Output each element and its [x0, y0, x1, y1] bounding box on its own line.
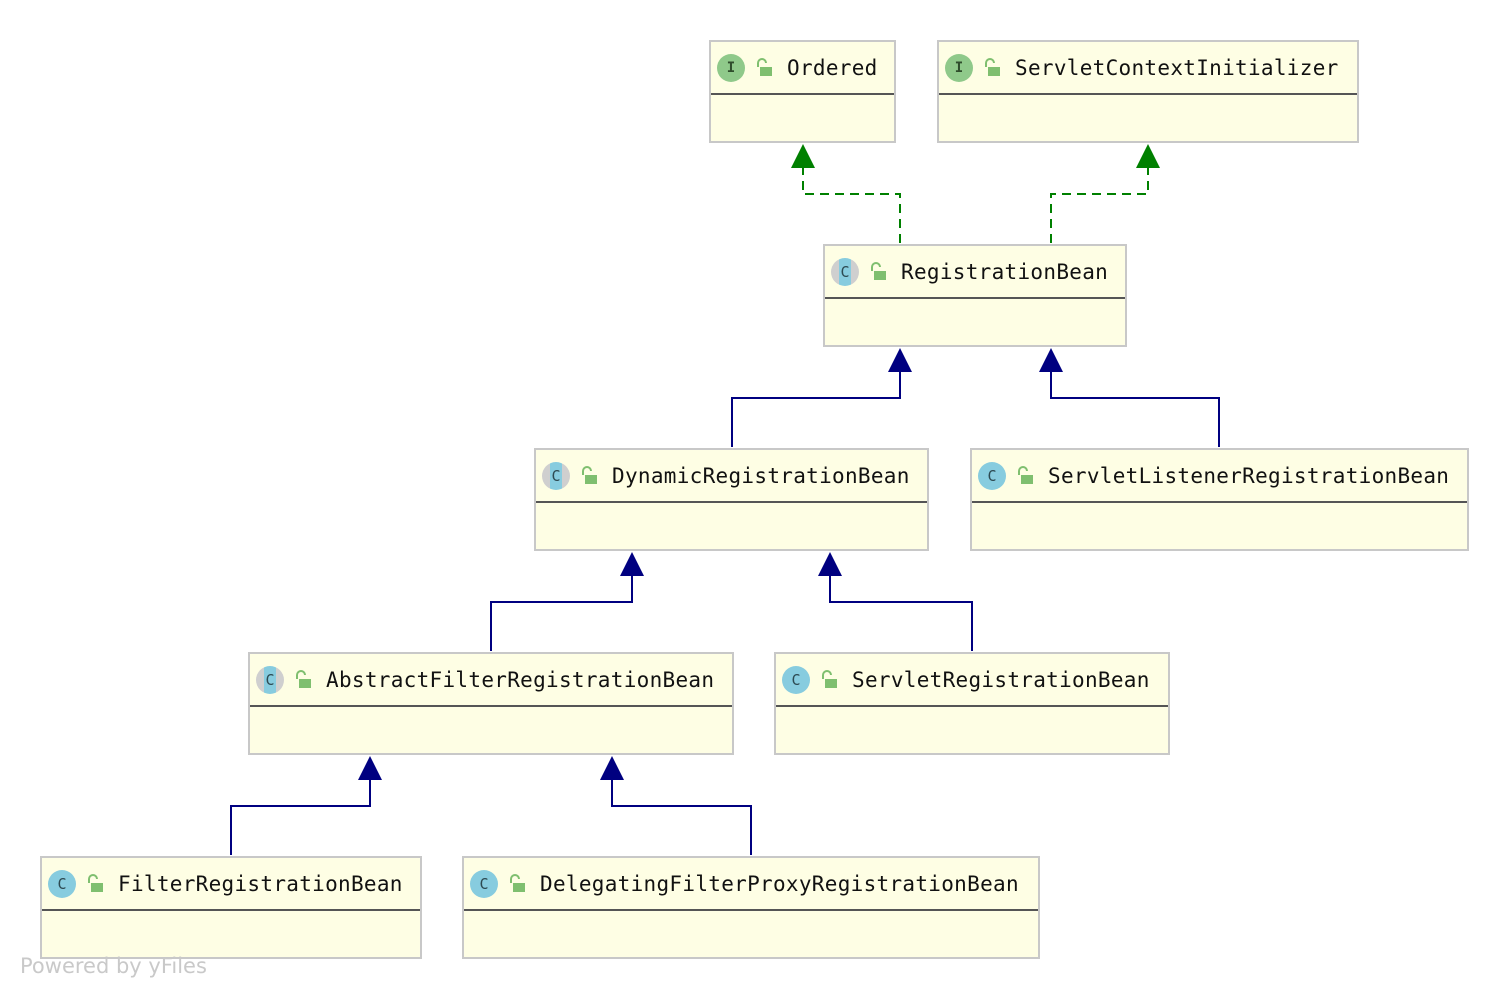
arrowhead-ordered: [791, 144, 815, 168]
interface-icon: I: [717, 53, 745, 82]
class-name: FilterRegistrationBean: [118, 871, 403, 896]
class-icon: C: [978, 461, 1006, 490]
class-name: RegistrationBean: [901, 259, 1109, 284]
edge-registration-bean-implements-servlet-context-initializer: [1050, 164, 1149, 243]
edge-abstract-filter-registration-bean-extends-dynamic-registration-bean: [490, 572, 633, 651]
class-node-servlet-listener-registration-bean[interactable]: C ServletListenerRegistrationBean: [970, 448, 1469, 551]
abstract-class-icon: C: [256, 665, 284, 694]
class-node-dynamic-registration-bean[interactable]: C DynamicRegistrationBean: [534, 448, 929, 551]
class-node-header: C RegistrationBean: [825, 246, 1125, 299]
class-members-section: [939, 95, 1357, 143]
class-name: ServletContextInitializer: [1015, 55, 1339, 80]
class-node-filter-registration-bean[interactable]: C FilterRegistrationBean: [40, 856, 422, 959]
class-members-section: [250, 707, 732, 755]
arrowhead-dynamic-registration-bean-right: [818, 552, 842, 576]
class-icon: C: [470, 869, 498, 898]
class-node-servlet-registration-bean[interactable]: C ServletRegistrationBean: [774, 652, 1170, 755]
edge-dynamic-registration-bean-extends-registration-bean: [731, 368, 901, 447]
public-lock-icon: [510, 873, 525, 892]
arrowhead-abstract-filter-registration-bean-left: [358, 756, 382, 780]
yfiles-watermark: Powered by yFiles: [20, 954, 207, 978]
abstract-class-icon: C: [542, 461, 570, 490]
class-members-section: [711, 95, 894, 143]
edge-filter-registration-bean-extends-abstract-filter-registration-bean: [230, 776, 371, 855]
public-lock-icon: [296, 669, 311, 688]
public-lock-icon: [1018, 465, 1033, 484]
class-name: AbstractFilterRegistrationBean: [326, 667, 715, 692]
class-node-delegating-filter-proxy-registration-bean[interactable]: C DelegatingFilterProxyRegistrationBean: [462, 856, 1040, 959]
arrowhead-servlet-context-initializer: [1136, 144, 1160, 168]
class-node-abstract-filter-registration-bean[interactable]: C AbstractFilterRegistrationBean: [248, 652, 734, 755]
abstract-class-icon: C: [831, 257, 859, 286]
class-node-header: C DelegatingFilterProxyRegistrationBean: [464, 858, 1038, 911]
arrowhead-abstract-filter-registration-bean-right: [600, 756, 624, 780]
class-node-servlet-context-initializer[interactable]: I ServletContextInitializer: [937, 40, 1359, 143]
uml-class-diagram: I Ordered I ServletContextInitializer C: [0, 0, 1510, 1000]
class-members-section: [464, 911, 1038, 959]
arrowhead-registration-bean-left: [888, 348, 912, 372]
public-lock-icon: [757, 57, 772, 76]
class-icon: C: [48, 869, 76, 898]
class-node-header: I ServletContextInitializer: [939, 42, 1357, 95]
class-node-header: C ServletRegistrationBean: [776, 654, 1168, 707]
arrowhead-registration-bean-right: [1039, 348, 1063, 372]
edge-servlet-registration-bean-extends-dynamic-registration-bean: [829, 572, 973, 651]
class-name: ServletRegistrationBean: [852, 667, 1150, 692]
class-members-section: [776, 707, 1168, 755]
class-node-header: C AbstractFilterRegistrationBean: [250, 654, 732, 707]
class-members-section: [972, 503, 1467, 551]
class-node-header: C FilterRegistrationBean: [42, 858, 420, 911]
class-node-header: I Ordered: [711, 42, 894, 95]
edge-registration-bean-implements-ordered: [802, 164, 901, 243]
class-icon: C: [782, 665, 810, 694]
arrowhead-dynamic-registration-bean-left: [620, 552, 644, 576]
public-lock-icon: [822, 669, 837, 688]
public-lock-icon: [88, 873, 103, 892]
class-node-header: C DynamicRegistrationBean: [536, 450, 927, 503]
class-node-header: C ServletListenerRegistrationBean: [972, 450, 1467, 503]
public-lock-icon: [582, 465, 597, 484]
public-lock-icon: [871, 261, 886, 280]
class-node-ordered[interactable]: I Ordered: [709, 40, 896, 143]
class-members-section: [536, 503, 927, 551]
class-name: Ordered: [787, 55, 878, 80]
class-name: ServletListenerRegistrationBean: [1048, 463, 1450, 488]
class-name: DynamicRegistrationBean: [612, 463, 910, 488]
edge-servlet-listener-registration-bean-extends-registration-bean: [1050, 368, 1220, 447]
class-members-section: [42, 911, 420, 959]
interface-icon: I: [945, 53, 973, 82]
class-members-section: [825, 299, 1125, 347]
edge-delegating-filter-proxy-registration-bean-extends-abstract-filter-registration-bean: [611, 776, 752, 855]
class-node-registration-bean[interactable]: C RegistrationBean: [823, 244, 1127, 347]
class-name: DelegatingFilterProxyRegistrationBean: [540, 871, 1019, 896]
public-lock-icon: [985, 57, 1000, 76]
